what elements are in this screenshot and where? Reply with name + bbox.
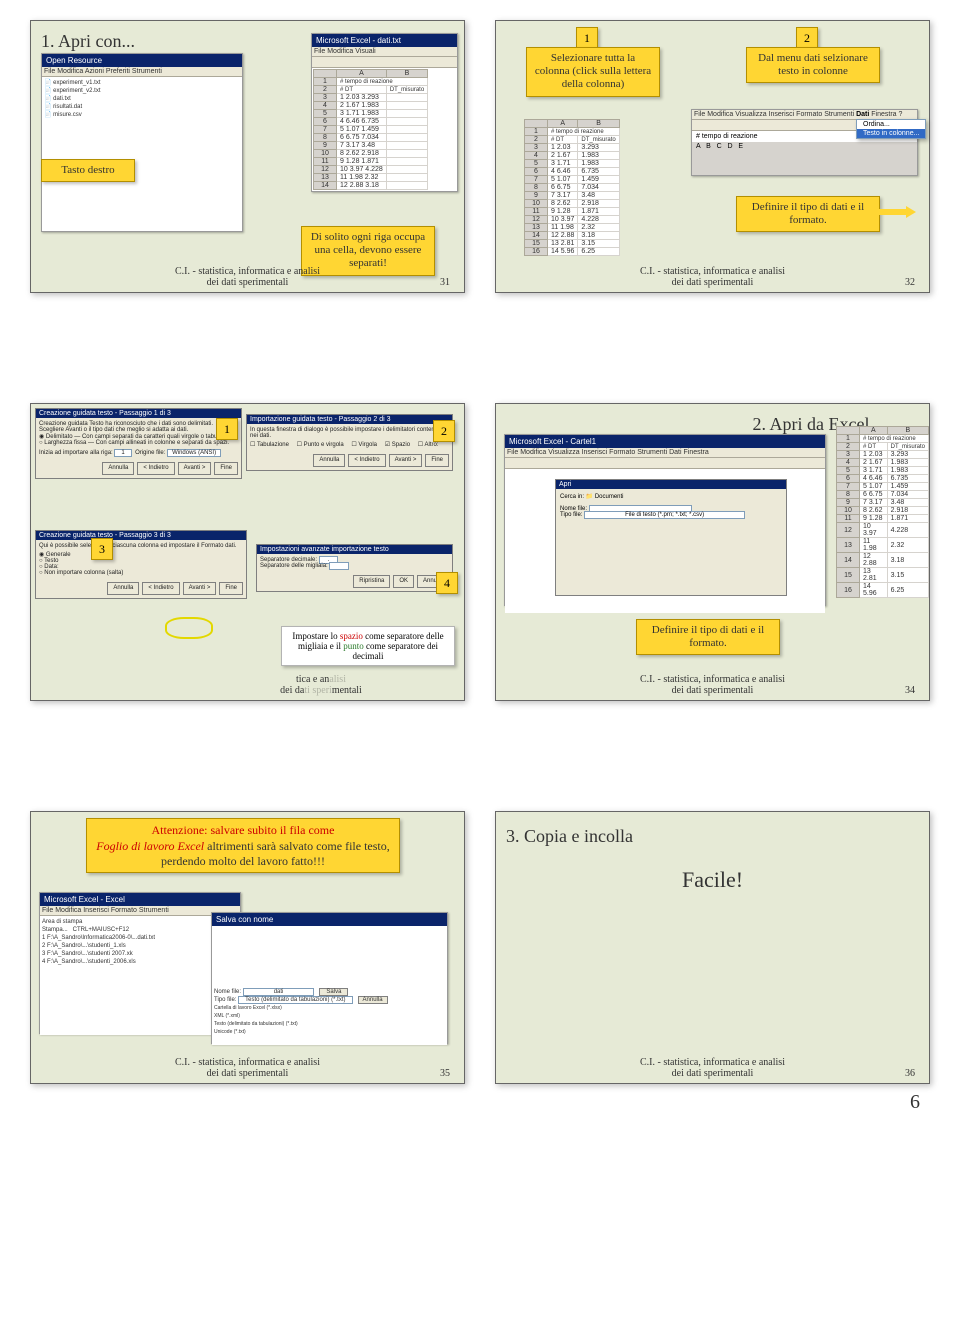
btn-ripristina[interactable]: Ripristina (353, 575, 390, 588)
slide-caption: C.I. - statistica, informatica e analisi… (496, 674, 929, 696)
badge-3: 3 (91, 538, 113, 560)
spreadsheet: AB1# tempo di reazione2# DTDT_misurato31… (836, 426, 929, 598)
slide-number: 35 (440, 1068, 450, 1079)
btn-fine[interactable]: Fine (219, 582, 243, 595)
slide-31: 1. Apri con... Open Resource File Modifi… (30, 20, 465, 293)
slide-33: Creazione guidata testo - Passaggio 1 di… (30, 403, 465, 701)
btn-indietro[interactable]: < Indietro (137, 462, 174, 475)
slide-caption: C.I. - statistica, informatica e analisi… (496, 266, 929, 288)
menu-item-ordina[interactable]: Ordina... (857, 120, 925, 129)
btn-avanti[interactable]: Avanti > (178, 462, 212, 475)
callout-menu-dati: Dal menu dati selzionare testo in colonn… (746, 47, 880, 83)
slide-title: 3. Copia e incolla (506, 826, 923, 847)
btn-annulla[interactable]: Annulla (313, 454, 345, 467)
slide-36: 3. Copia e incolla Facile! C.I. - statis… (495, 811, 930, 1084)
callout-select-col: Selezionare tutta la colonna (click sull… (526, 47, 660, 97)
btn-annulla[interactable]: Annulla (107, 582, 139, 595)
btn-avanti[interactable]: Avanti > (183, 582, 217, 595)
badge-2: 2 (433, 420, 455, 442)
mock-menubar: File Modifica Azioni Preferiti Strumenti (42, 67, 242, 77)
mock-save-dialog: Salva con nome Nome file: dati Salva Tip… (211, 912, 448, 1044)
btn-annulla[interactable]: Annulla (102, 462, 134, 475)
menu-item-testo-colonne[interactable]: Testo in colonne... (857, 129, 925, 138)
spreadsheet-small: AB1# tempo di reazione2# DTDT_misurato31… (524, 119, 620, 256)
badge-1: 1 (576, 27, 598, 49)
mock-excel: Microsoft Excel - dati.txt File Modifica… (311, 33, 458, 192)
slide-number: 34 (905, 685, 915, 696)
callout-tasto-destro: Tasto destro (41, 159, 135, 182)
highlight-circle (165, 617, 213, 639)
btn-fine[interactable]: Fine (425, 454, 449, 467)
slide-caption: C.I. - statistica, informatica e analisi… (31, 266, 464, 288)
badge-4: 4 (436, 572, 458, 594)
mock-excel-open: Microsoft Excel - Cartel1 File Modifica … (504, 434, 826, 606)
callout-formato: Definire il tipo di dati e il formato. (636, 619, 780, 655)
btn-indietro[interactable]: < Indietro (348, 454, 385, 467)
badge-1: 1 (216, 418, 238, 440)
wizard-step3: Creazione guidata testo - Passaggio 3 di… (35, 530, 247, 599)
btn-fine[interactable]: Fine (214, 462, 238, 475)
btn-indietro[interactable]: < Indietro (142, 582, 179, 595)
callout-warning: Attenzione: salvare subito il fila come … (86, 818, 400, 873)
note-box: Impostare lo spazio come separatore dell… (281, 626, 455, 666)
facile-text: Facile! (502, 867, 923, 893)
slide-number: 31 (440, 277, 450, 288)
excel-cells: AB1# tempo di reazione2# DTDT_misurato31… (313, 69, 428, 190)
slide-32: 1 Selezionare tutta la colonna (click su… (495, 20, 930, 293)
slide-number: 32 (905, 277, 915, 288)
btn-ok[interactable]: OK (393, 575, 414, 588)
slide-caption: C.I. - statistica, informatica e analisi… (496, 1057, 929, 1079)
slide-caption: C.I. - statistica, informatica e analisi… (31, 1057, 464, 1079)
slide-34: 2. Apri da Excel... Microsoft Excel - Ca… (495, 403, 930, 701)
mock-titlebar: Open Resource (42, 54, 242, 67)
callout-formato: Definire il tipo di dati e il formato. (736, 196, 880, 232)
excel-menubar: File Modifica Visuali (312, 47, 457, 57)
mock-explorer: Open Resource File Modifica Azioni Prefe… (41, 53, 243, 232)
excel-title: Microsoft Excel - dati.txt (312, 34, 457, 47)
slide-title: 2. Apri da Excel... (506, 414, 883, 435)
badge-2: 2 (796, 27, 818, 49)
dati-menu-popup: Ordina... Testo in colonne... (856, 119, 926, 139)
wizard-step1: Creazione guidata testo - Passaggio 1 di… (35, 408, 242, 479)
arrow-icon (871, 206, 916, 218)
btn-avanti[interactable]: Avanti > (389, 454, 423, 467)
wizard-advanced: Impostazioni avanzate importazione testo… (256, 544, 453, 592)
slide-caption: tica e analisi dei dati sperimentali (211, 674, 431, 696)
slide-number: 36 (905, 1068, 915, 1079)
wizard-step2: Importazione guidata testo - Passaggio 2… (246, 414, 453, 471)
page-number: 6 (910, 1091, 920, 1114)
slide-35: Attenzione: salvare subito il fila come … (30, 811, 465, 1084)
